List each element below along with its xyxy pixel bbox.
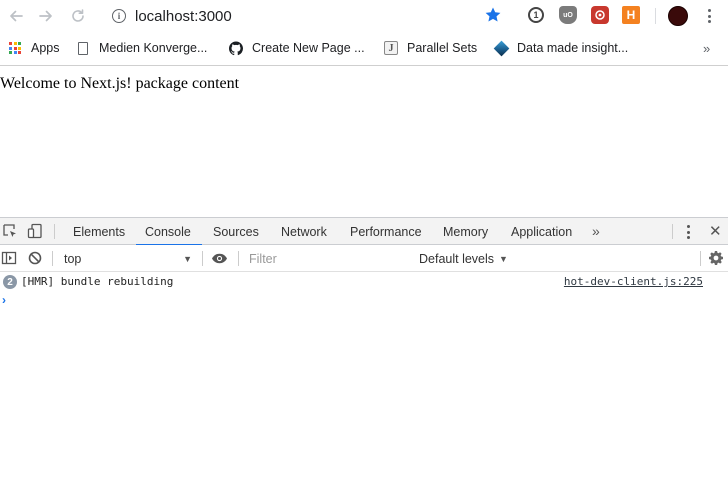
site-info-icon[interactable]: i — [112, 9, 126, 23]
inspect-element-icon[interactable] — [2, 223, 18, 239]
live-expression-eye-icon[interactable] — [211, 253, 228, 264]
h-extension-icon[interactable]: H — [622, 6, 640, 24]
devtools-divider — [52, 251, 53, 266]
bookmarks-bar: Apps Medien Konverge... Create New Page … — [0, 34, 728, 62]
toolbar-divider — [655, 8, 656, 24]
profile-avatar[interactable] — [668, 6, 688, 26]
clear-console-icon[interactable] — [27, 250, 43, 266]
devtools-divider — [238, 251, 239, 266]
devtools-panel: Elements Console Sources Network Perform… — [0, 217, 728, 504]
context-selector[interactable]: top ▼ — [57, 245, 200, 272]
console-message-row: 2 [HMR] bundle rebuilding hot-dev-client… — [0, 273, 728, 291]
chevron-down-icon: ▼ — [183, 253, 192, 264]
cube-icon — [493, 40, 509, 56]
address-bar[interactable]: i localhost:3000 — [112, 5, 232, 27]
console-source-link[interactable]: hot-dev-client.js:225 — [564, 275, 703, 288]
console-prompt-icon[interactable]: › — [2, 293, 6, 307]
tab-application[interactable]: Application — [511, 218, 572, 245]
gear-icon[interactable] — [708, 250, 724, 266]
back-arrow-icon[interactable] — [5, 5, 27, 27]
page-body-text: Welcome to Next.js! package content — [0, 75, 240, 92]
bookmark-create-new-page[interactable]: Create New Page ... — [229, 39, 365, 57]
context-label: top — [64, 251, 82, 266]
bookmark-medien[interactable]: Medien Konverge... — [76, 39, 207, 57]
forward-arrow-icon[interactable] — [35, 5, 57, 27]
console-message-text: [HMR] bundle rebuilding — [21, 275, 174, 288]
repeat-count-badge: 2 — [3, 275, 17, 289]
tab-network[interactable]: Network — [281, 218, 327, 245]
console-filter-input[interactable]: Filter — [249, 250, 277, 267]
close-devtools-button[interactable]: ✕ — [709, 222, 722, 240]
bookmark-label: Parallel Sets — [407, 41, 478, 55]
devtools-tab-bar: Elements Console Sources Network Perform… — [0, 218, 728, 246]
tab-elements[interactable]: Elements — [73, 218, 125, 245]
console-sidebar-icon[interactable] — [1, 250, 17, 266]
device-toolbar-icon[interactable] — [27, 223, 43, 239]
bookmark-label: Create New Page ... — [252, 41, 365, 55]
console-toolbar: top ▼ Filter Default levels ▼ — [0, 245, 728, 272]
github-icon — [229, 41, 243, 55]
url-text: localhost:3000 — [135, 7, 232, 25]
content-divider — [0, 65, 728, 66]
bookmark-label: Data made insight... — [517, 41, 629, 55]
apps-grid-icon — [8, 41, 22, 55]
onepassword-icon[interactable]: 1 — [528, 7, 544, 23]
devtools-divider — [202, 251, 203, 266]
log-levels-label: Default levels — [419, 251, 495, 266]
bookmark-label: Medien Konverge... — [99, 41, 208, 55]
devtools-menu-icon[interactable] — [685, 225, 691, 239]
bookmarks-overflow-button[interactable]: » — [703, 41, 710, 56]
chevron-down-icon: ▼ — [499, 253, 508, 264]
more-tabs-button[interactable]: » — [592, 223, 600, 239]
bookmark-data-made-insight[interactable]: Data made insight... — [493, 39, 629, 57]
bookmark-apps[interactable]: Apps — [8, 39, 60, 57]
bookmark-parallel-sets[interactable]: J Parallel Sets — [384, 39, 477, 57]
tab-console[interactable]: Console — [136, 218, 202, 246]
browser-toolbar: i localhost:3000 1 uO H — [0, 0, 728, 34]
tab-sources[interactable]: Sources — [213, 218, 259, 245]
devtools-divider — [700, 251, 701, 266]
star-icon[interactable] — [484, 6, 502, 24]
tab-memory[interactable]: Memory — [443, 218, 488, 245]
reload-icon[interactable] — [67, 5, 89, 27]
tab-performance[interactable]: Performance — [350, 218, 422, 245]
j-icon: J — [384, 41, 398, 55]
log-levels-dropdown[interactable]: Default levels ▼ — [419, 250, 508, 267]
document-icon — [76, 41, 90, 55]
red-extension-icon[interactable] — [591, 6, 609, 24]
ublock-icon[interactable]: uO — [559, 6, 577, 24]
devtools-divider — [672, 224, 673, 239]
bookmark-label: Apps — [31, 41, 60, 55]
devtools-divider — [54, 224, 55, 239]
browser-menu-icon[interactable] — [705, 7, 713, 25]
